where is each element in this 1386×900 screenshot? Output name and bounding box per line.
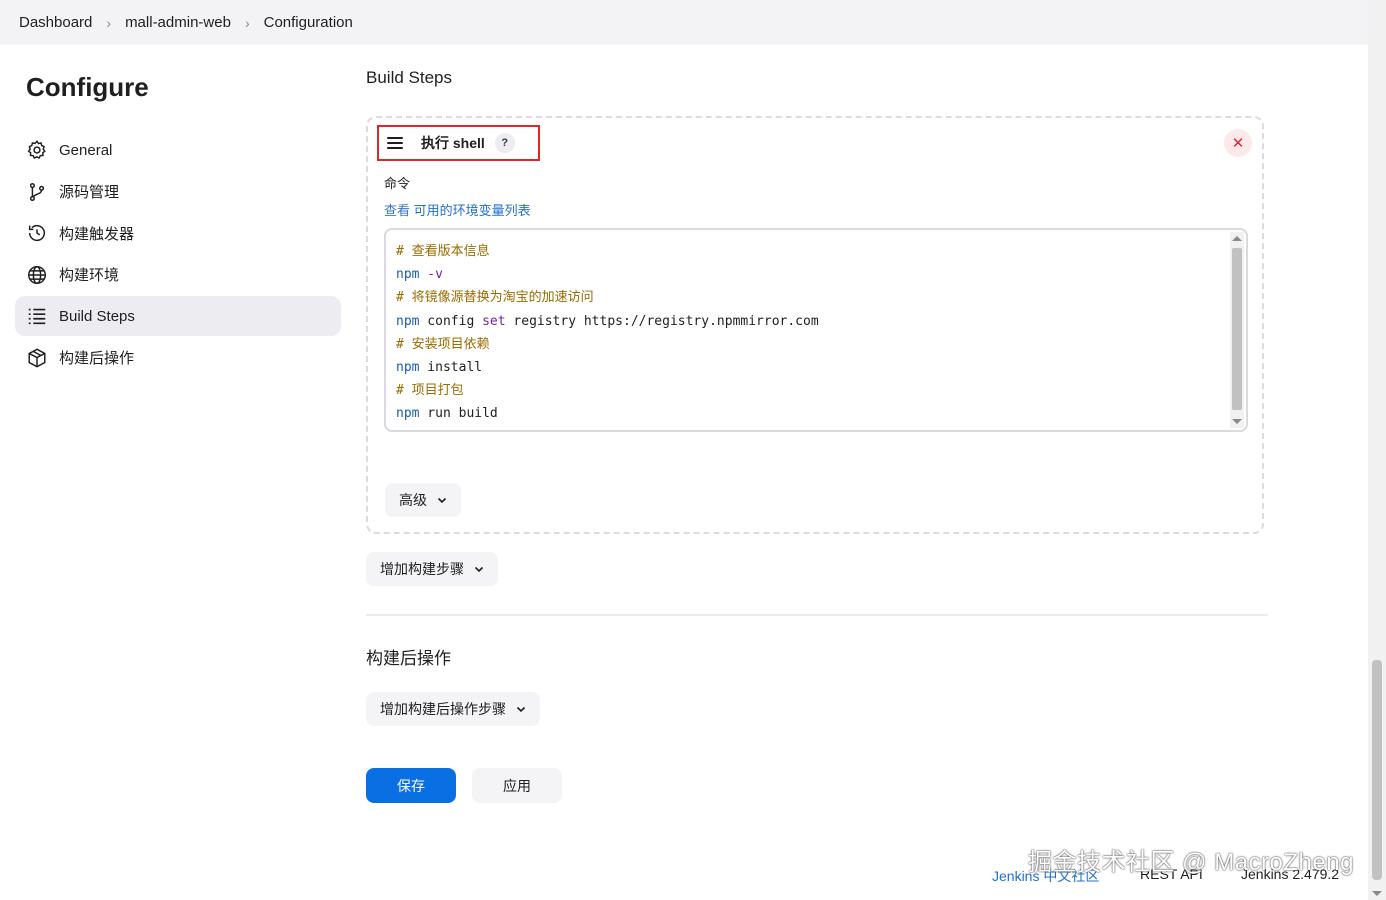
section-title-post-build: 构建后操作 [366, 649, 451, 668]
code-content[interactable]: # 查看版本信息 npm -v # 将镜像源替换为淘宝的加速访问 npm config… [396, 240, 819, 426]
advanced-button[interactable]: 高级 [385, 483, 461, 517]
code-token: # 项目打包 [396, 383, 464, 399]
env-link-text[interactable]: 可用的环境变量列表 [414, 203, 531, 218]
code-token: npm [396, 359, 420, 375]
sidebar-item-label: Build Steps [59, 307, 135, 325]
code-token: # 将镜像源替换为淘宝的加速访问 [396, 290, 594, 306]
sidebar-item-label: 构建后操作 [59, 350, 135, 367]
code-token: install [419, 359, 483, 375]
code-token: config [419, 313, 483, 329]
section-title-build-steps: Build Steps [366, 68, 452, 87]
breadcrumb: Dashboard › mall-admin-web › Configurati… [0, 0, 1368, 45]
chevron-down-icon [516, 706, 526, 713]
chevron-down-icon [437, 497, 447, 504]
scroll-down-icon[interactable] [1232, 419, 1242, 424]
code-line: # 项目打包 [396, 379, 819, 402]
chevron-right-icon: › [244, 14, 250, 31]
page-scroll-thumb[interactable] [1372, 660, 1382, 880]
env-link-prefix[interactable]: 查看 [384, 203, 410, 218]
page-title: Configure [26, 72, 149, 102]
sidebar-item-build-steps[interactable]: Build Steps [15, 296, 341, 336]
code-line: npm run build [396, 402, 819, 425]
command-textarea[interactable]: # 查看版本信息 npm -v # 将镜像源替换为淘宝的加速访问 npm config… [384, 228, 1248, 432]
code-line: # 安装项目依赖 [396, 333, 819, 356]
step-header: 执行 shell ? [377, 125, 540, 161]
gear-icon [26, 139, 48, 161]
chevron-right-icon: › [106, 14, 112, 31]
env-variables-link[interactable]: 查看 可用的环境变量列表 [384, 200, 531, 219]
package-icon [26, 347, 48, 369]
code-line: npm config set registry https://registry… [396, 310, 819, 333]
code-line: # 将镜像源替换为淘宝的加速访问 [396, 286, 819, 309]
code-line: # 查看版本信息 [396, 240, 819, 263]
sidebar-item-scm[interactable]: 源码管理 [15, 172, 341, 212]
add-post-build-step-button[interactable]: 增加构建后操作步骤 [366, 692, 540, 726]
breadcrumb-project[interactable]: mall-admin-web [119, 14, 237, 31]
code-token: -v [419, 267, 443, 283]
sidebar-item-label: 构建环境 [59, 267, 120, 284]
globe-icon [26, 264, 48, 286]
sidebar-item-triggers[interactable]: 构建触发器 [15, 213, 341, 253]
scroll-thumb[interactable] [1232, 248, 1242, 410]
advanced-label: 高级 [399, 492, 427, 508]
section-divider [366, 614, 1268, 616]
code-token: npm [396, 313, 420, 329]
add-build-step-label: 增加构建步骤 [380, 561, 464, 577]
sidebar-item-label: 源码管理 [59, 184, 120, 201]
sidebar-item-label: General [59, 141, 113, 159]
add-build-step-button[interactable]: 增加构建步骤 [366, 552, 498, 586]
sidebar-item-environment[interactable]: 构建环境 [15, 255, 341, 295]
command-label: 命令 [384, 176, 411, 191]
code-token: set [482, 313, 506, 329]
page-scrollbar[interactable] [1368, 0, 1386, 900]
code-token: npm [396, 267, 420, 283]
clock-icon [26, 222, 48, 244]
scroll-up-icon[interactable] [1232, 236, 1242, 241]
chevron-down-icon [474, 566, 484, 573]
step-title: 执行 shell [421, 135, 485, 151]
list-icon [26, 305, 48, 327]
code-token: registry https://registry.npmmirror.com [505, 313, 819, 329]
code-line: npm install [396, 356, 819, 379]
sidebar-item-label: 构建触发器 [59, 225, 135, 243]
help-icon[interactable]: ? [494, 133, 515, 153]
watermark: 掘金技术社区 @ MacroZheng [1028, 849, 1354, 876]
code-token: npm [396, 406, 420, 422]
textarea-scrollbar[interactable] [1230, 232, 1244, 428]
delete-step-button[interactable]: ✕ [1224, 129, 1252, 157]
scroll-down-icon[interactable] [1372, 891, 1382, 896]
breadcrumb-configuration[interactable]: Configuration [258, 14, 359, 31]
drag-handle-icon[interactable] [387, 137, 403, 149]
build-step-card: 执行 shell ? ✕ 命令 查看 可用的环境变量列表 # 查看版本信息 npm… [366, 116, 1264, 534]
breadcrumb-dashboard[interactable]: Dashboard [13, 14, 98, 31]
sidebar: General 源码管理 构建触发器 构建环境 Build Steps 构建后操… [15, 130, 341, 379]
code-token: # 安装项目依赖 [396, 336, 490, 352]
sidebar-item-general[interactable]: General [15, 130, 341, 170]
add-post-build-step-label: 增加构建后操作步骤 [380, 701, 506, 717]
branch-icon [26, 181, 48, 203]
save-button[interactable]: 保存 [366, 768, 456, 803]
sidebar-item-post-build[interactable]: 构建后操作 [15, 338, 341, 378]
code-line: npm -v [396, 263, 819, 286]
apply-button[interactable]: 应用 [472, 768, 562, 803]
code-token: # 查看版本信息 [396, 244, 490, 259]
code-token: run build [419, 406, 498, 422]
